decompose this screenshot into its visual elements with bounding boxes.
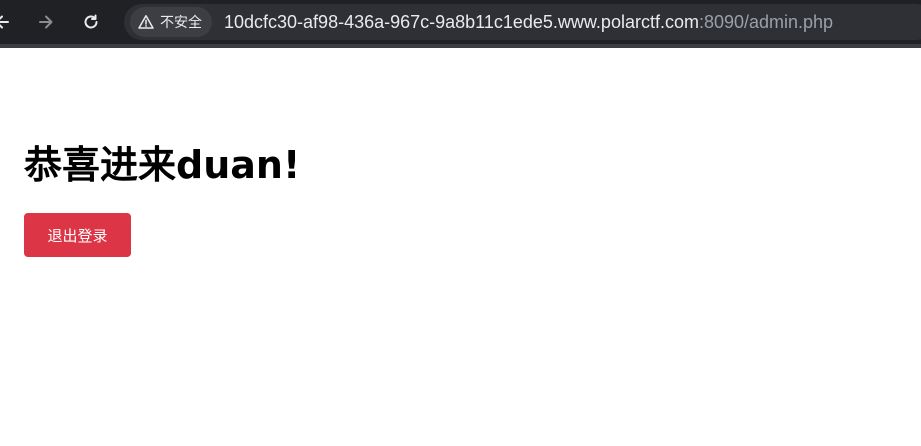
security-indicator[interactable]: 不安全 [130,7,212,37]
url-path: :8090/admin.php [698,12,834,32]
url-host: 10dcfc30-af98-436a-967c-9a8b11c1ede5.www… [224,12,699,32]
forward-arrow-icon [39,15,53,29]
security-label: 不安全 [160,15,202,31]
page-content: 恭喜进来duan! 退出登录 [0,48,921,446]
url-text[interactable]: 10dcfc30-af98-436a-967c-9a8b11c1ede5.www… [224,4,833,40]
page-title: 恭喜进来duan! [24,143,301,187]
address-bar[interactable]: 不安全 10dcfc30-af98-436a-967c-9a8b11c1ede5… [124,4,921,40]
back-button[interactable] [0,6,18,38]
logout-button[interactable]: 退出登录 [24,213,131,257]
warning-icon [138,15,154,29]
reload-button[interactable] [75,6,107,38]
forward-button[interactable] [30,6,62,38]
back-arrow-icon [0,15,9,29]
reload-icon [84,14,98,29]
browser-toolbar: 不安全 10dcfc30-af98-436a-967c-9a8b11c1ede5… [0,0,921,48]
